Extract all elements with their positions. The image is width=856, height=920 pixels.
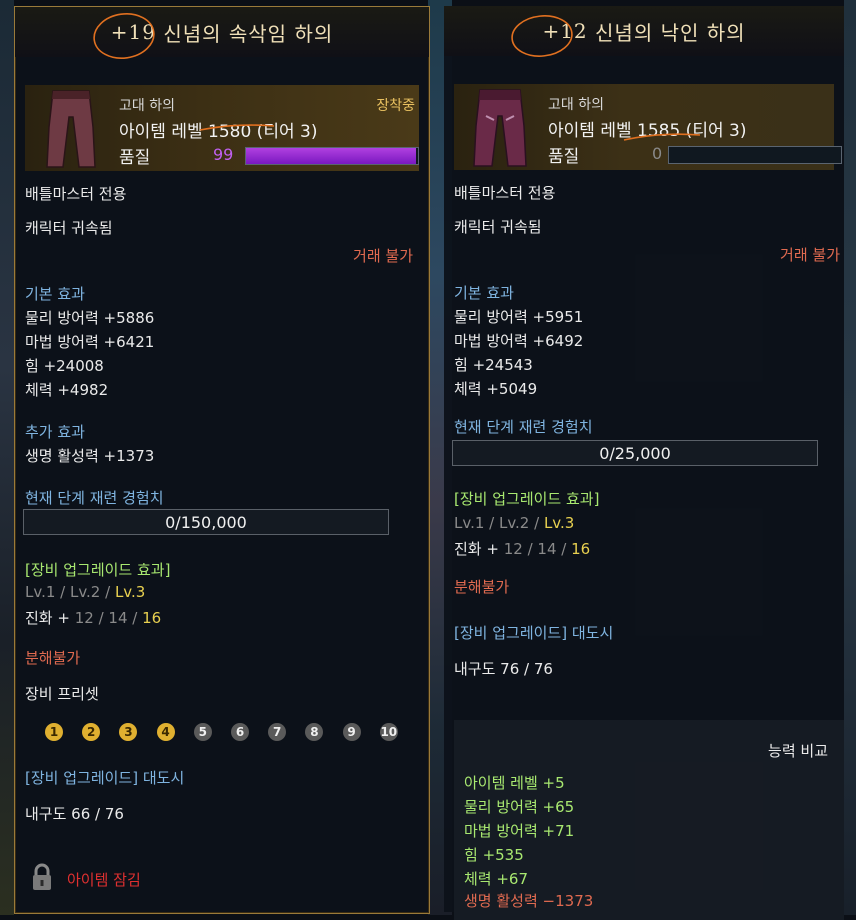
base-effect-title: 기본 효과 xyxy=(25,285,85,303)
durability: 내구도 76 / 76 xyxy=(454,660,553,678)
quality-label: 품질 xyxy=(548,147,580,167)
item-type: 고대 하의 xyxy=(548,97,604,113)
preset-slot-9[interactable]: 9 xyxy=(342,723,361,741)
lock-label: 아이템 잠김 xyxy=(67,871,141,889)
compare-stat: 마법 방어력 +71 xyxy=(464,822,575,840)
upgrade-city: [장비 업그레이드] 대도시 xyxy=(25,769,185,787)
game-background-right xyxy=(844,0,856,915)
equipped-badge: 장착중 xyxy=(376,98,415,114)
base-stat: 힘 +24008 xyxy=(25,357,104,375)
preset-slot-6[interactable]: 6 xyxy=(231,723,249,741)
base-stat: 물리 방어력 +5951 xyxy=(454,308,584,326)
upgrade-effect-title: [장비 업그레이드 효과] xyxy=(25,561,171,579)
quality-value: 0 xyxy=(652,144,663,163)
pants-icon xyxy=(473,89,527,167)
compare-stat: 물리 방어력 +65 xyxy=(464,798,575,816)
pants-icon xyxy=(46,90,96,168)
refine-xp-bar: 0/25,000 xyxy=(452,440,818,466)
preset-slot-4[interactable]: 4 xyxy=(156,723,175,741)
base-stat: 마법 방어력 +6492 xyxy=(454,332,584,350)
refine-xp-bar: 0/150,000 xyxy=(23,509,389,535)
preset-slot-1[interactable]: 1 xyxy=(45,723,63,741)
evolution-levels: 진화 + 12 / 14 / 16 xyxy=(25,609,162,627)
item-title: +19 신념의 속삭임 하의 xyxy=(15,7,429,57)
upgrade-levels: Lv.1 / Lv.2 / Lv.3 xyxy=(454,514,575,532)
preset-slot-5[interactable]: 5 xyxy=(193,723,212,741)
preset-slot-10[interactable]: 10 xyxy=(379,723,398,741)
base-effect-title: 기본 효과 xyxy=(454,284,514,302)
base-stat: 마법 방어력 +6421 xyxy=(25,333,155,351)
compare-stat: 아이템 레벨 +5 xyxy=(464,774,565,792)
game-background-left xyxy=(0,0,14,915)
compare-title: 능력 비교 xyxy=(768,742,828,760)
extra-stat: 생명 활성력 +1373 xyxy=(25,447,155,465)
disassemble-status: 분해불가 xyxy=(454,578,510,596)
compare-item-tooltip: +12 신념의 낙인 하의 고대 하의 아이템 레벨 1585 (티어 3) 품… xyxy=(444,6,844,920)
lock-icon xyxy=(33,863,51,890)
item-honing-level: +12 xyxy=(542,19,588,43)
compare-stat: 체력 +67 xyxy=(464,870,529,888)
preset-title: 장비 프리셋 xyxy=(25,685,99,703)
evolution-levels: 진화 + 12 / 14 / 16 xyxy=(454,540,591,558)
quality-label: 품질 xyxy=(119,148,151,168)
upgrade-levels: Lv.1 / Lv.2 / Lv.3 xyxy=(25,583,146,601)
extra-effect-title: 추가 효과 xyxy=(25,423,85,441)
item-header: 고대 하의 장착중 아이템 레벨 1580 (티어 3) 품질 99 xyxy=(25,85,419,171)
preset-slot-2[interactable]: 2 xyxy=(82,723,101,741)
bound-status: 캐릭터 귀속됨 xyxy=(454,218,542,236)
durability: 내구도 66 / 76 xyxy=(25,805,124,823)
item-title: +12 신념의 낙인 하의 xyxy=(444,6,844,56)
preset-slot-8[interactable]: 8 xyxy=(305,723,324,741)
upgrade-effect-title: [장비 업그레이드 효과] xyxy=(454,490,600,508)
preset-slot-3[interactable]: 3 xyxy=(119,723,138,741)
item-honing-level: +19 xyxy=(110,20,156,44)
refine-xp-title: 현재 단계 재련 경험치 xyxy=(454,418,593,436)
quality-bar-fill xyxy=(246,148,417,164)
item-level: 아이템 레벨 1585 (티어 3) xyxy=(548,121,747,141)
quality-bar xyxy=(245,147,419,165)
preset-slot-7[interactable]: 7 xyxy=(268,723,287,741)
class-requirement: 배틀마스터 전용 xyxy=(25,185,127,203)
disassemble-status: 분해불가 xyxy=(25,649,81,667)
compare-stat-negative: 생명 활성력 −1373 xyxy=(464,892,594,910)
quality-value: 99 xyxy=(213,145,234,164)
item-level: 아이템 레벨 1580 (티어 3) xyxy=(119,122,318,142)
item-name: 신념의 낙인 하의 xyxy=(587,20,746,45)
base-stat: 힘 +24543 xyxy=(454,356,533,374)
equipped-item-tooltip: +19 신념의 속삭임 하의 고대 하의 장착중 아이템 레벨 1580 (티어… xyxy=(14,6,430,914)
base-stat: 체력 +4982 xyxy=(25,381,109,399)
base-stat: 물리 방어력 +5886 xyxy=(25,309,155,327)
trade-status: 거래 불가 xyxy=(353,247,413,265)
trade-status: 거래 불가 xyxy=(780,246,840,264)
stat-compare-box: 능력 비교 아이템 레벨 +5 물리 방어력 +65 마법 방어력 +71 힘 … xyxy=(454,720,844,920)
compare-stat: 힘 +535 xyxy=(464,846,524,864)
base-stat: 체력 +5049 xyxy=(454,380,538,398)
item-name: 신념의 속삭임 하의 xyxy=(155,21,334,46)
quality-bar xyxy=(668,146,842,164)
class-requirement: 배틀마스터 전용 xyxy=(454,184,556,202)
upgrade-city: [장비 업그레이드] 대도시 xyxy=(454,624,614,642)
bound-status: 캐릭터 귀속됨 xyxy=(25,219,113,237)
item-type: 고대 하의 xyxy=(119,98,175,114)
item-header: 고대 하의 아이템 레벨 1585 (티어 3) 품질 0 xyxy=(454,84,842,170)
refine-xp-title: 현재 단계 재련 경험치 xyxy=(25,489,164,507)
